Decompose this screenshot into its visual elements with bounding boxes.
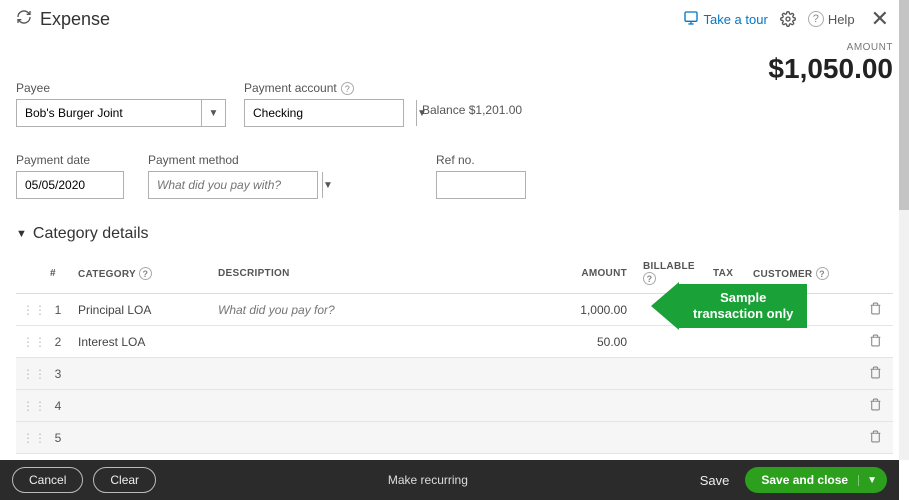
clear-button[interactable]: Clear — [93, 467, 156, 493]
payment-method-input[interactable] — [149, 172, 322, 198]
customer-cell[interactable] — [747, 326, 857, 358]
delete-row-button[interactable] — [857, 326, 893, 358]
sample-callout: Sample transaction only — [651, 282, 807, 330]
billable-cell[interactable] — [637, 422, 707, 454]
payee-input[interactable] — [17, 100, 201, 126]
chevron-down-icon[interactable]: ▼ — [858, 475, 877, 486]
table-row[interactable]: ⋮⋮2Interest LOA 50.00 — [16, 326, 893, 358]
delete-row-button[interactable] — [857, 294, 893, 326]
help-icon[interactable]: ? — [139, 267, 152, 280]
help-button[interactable]: ? Help — [808, 11, 855, 27]
amount-label: AMOUNT — [0, 42, 893, 53]
category-cell[interactable] — [72, 390, 212, 422]
col-category: CATEGORY ? — [72, 253, 212, 294]
cancel-button[interactable]: Cancel — [12, 467, 83, 493]
payment-date-input[interactable] — [16, 171, 124, 199]
row-number: 3 — [44, 358, 72, 390]
billable-cell[interactable] — [637, 358, 707, 390]
drag-handle-icon[interactable]: ⋮⋮ — [16, 390, 44, 422]
drag-handle-icon[interactable]: ⋮⋮ — [16, 294, 44, 326]
description-cell[interactable] — [212, 422, 557, 454]
tax-cell[interactable] — [707, 358, 747, 390]
tax-cell[interactable] — [707, 326, 747, 358]
tax-cell[interactable] — [707, 422, 747, 454]
row-number: 2 — [44, 326, 72, 358]
drag-handle-icon[interactable]: ⋮⋮ — [16, 422, 44, 454]
help-icon[interactable]: ? — [341, 82, 354, 95]
customer-cell[interactable] — [747, 422, 857, 454]
amount-cell[interactable]: 50.00 — [557, 326, 637, 358]
take-tour-link[interactable]: Take a tour — [683, 10, 767, 29]
tour-label: Take a tour — [703, 12, 767, 27]
chevron-down-icon[interactable]: ▼ — [201, 100, 225, 126]
col-num: # — [44, 253, 72, 294]
payment-date-label: Payment date — [16, 153, 124, 167]
description-cell[interactable] — [212, 358, 557, 390]
tour-icon — [683, 10, 699, 29]
drag-handle-icon[interactable]: ⋮⋮ — [16, 358, 44, 390]
footer-bar: Cancel Clear Make recurring Save Save an… — [0, 460, 899, 500]
amount-cell[interactable] — [557, 390, 637, 422]
amount-cell[interactable] — [557, 422, 637, 454]
category-cell[interactable]: Interest LOA — [72, 326, 212, 358]
customer-cell[interactable] — [747, 390, 857, 422]
row-number: 4 — [44, 390, 72, 422]
category-details-toggle[interactable]: ▼ Category details — [16, 225, 893, 243]
payment-account-input[interactable] — [245, 100, 416, 126]
make-recurring-link[interactable]: Make recurring — [166, 473, 690, 487]
col-amount: AMOUNT — [557, 253, 637, 294]
amount-cell[interactable] — [557, 358, 637, 390]
drag-handle-icon[interactable]: ⋮⋮ — [16, 326, 44, 358]
ref-no-label: Ref no. — [436, 153, 526, 167]
table-row[interactable]: ⋮⋮3 — [16, 358, 893, 390]
help-icon: ? — [808, 11, 824, 27]
help-icon[interactable]: ? — [816, 267, 829, 280]
close-button[interactable]: ✕ — [867, 6, 893, 32]
row-number: 1 — [44, 294, 72, 326]
balance-text: Balance $1,201.00 — [422, 103, 522, 117]
payee-label: Payee — [16, 81, 226, 95]
vertical-scrollbar[interactable] — [899, 0, 909, 460]
payee-select[interactable]: ▼ — [16, 99, 226, 127]
page-title: Expense — [16, 9, 683, 30]
payment-method-select[interactable]: ▼ — [148, 171, 318, 199]
category-cell[interactable]: Principal LOA — [72, 294, 212, 326]
category-cell[interactable] — [72, 422, 212, 454]
chevron-down-icon[interactable]: ▼ — [322, 172, 333, 198]
ref-no-input[interactable] — [436, 171, 526, 199]
title-text: Expense — [40, 9, 110, 30]
description-cell[interactable] — [212, 326, 557, 358]
amount-cell[interactable]: 1,000.00 — [557, 294, 637, 326]
table-row[interactable]: ⋮⋮4 — [16, 390, 893, 422]
customer-cell[interactable] — [747, 358, 857, 390]
description-cell[interactable] — [212, 390, 557, 422]
row-number: 5 — [44, 422, 72, 454]
payment-method-label: Payment method — [148, 153, 318, 167]
delete-row-button[interactable] — [857, 358, 893, 390]
delete-row-button[interactable] — [857, 390, 893, 422]
help-label: Help — [828, 12, 855, 27]
delete-row-button[interactable] — [857, 422, 893, 454]
recurring-icon — [16, 9, 32, 30]
settings-button[interactable] — [780, 11, 796, 27]
payment-account-label: Payment account ? — [244, 81, 404, 95]
billable-cell[interactable] — [637, 390, 707, 422]
table-row[interactable]: ⋮⋮5 — [16, 422, 893, 454]
col-description: DESCRIPTION — [212, 253, 557, 294]
save-and-close-button[interactable]: Save and close ▼ — [745, 467, 887, 493]
category-cell[interactable] — [72, 358, 212, 390]
save-button[interactable]: Save — [700, 473, 730, 488]
billable-cell[interactable] — [637, 326, 707, 358]
description-cell[interactable] — [212, 294, 557, 326]
tax-cell[interactable] — [707, 390, 747, 422]
section-title-text: Category details — [33, 225, 149, 243]
chevron-down-icon: ▼ — [16, 228, 27, 240]
payment-account-select[interactable]: ▼ — [244, 99, 404, 127]
description-input[interactable] — [218, 303, 551, 317]
